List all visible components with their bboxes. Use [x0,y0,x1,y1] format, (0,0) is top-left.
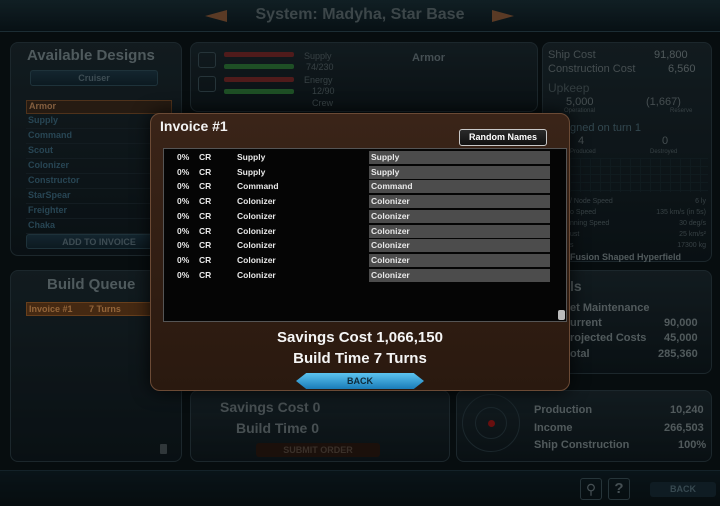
invoice-row[interactable]: 0% CR Colonizer Colonizer [164,239,550,253]
invoice-row-type: Colonizer [237,269,276,280]
invoice-row-cr: CR [199,269,212,280]
invoice-row-cr: CR [199,225,212,236]
invoice-row-name[interactable]: Command [369,180,550,194]
invoice-row[interactable]: 0% CR Command Command [164,180,550,194]
invoice-row-name[interactable]: Colonizer [369,224,550,238]
invoice-row[interactable]: 0% CR Supply Supply [164,165,550,180]
invoice-row-type: Colonizer [237,196,276,207]
invoice-table: 0% CR Supply Supply 0% CR Supply Supply 0% CR Comm… [163,148,567,322]
invoice-build-time: Build Time 7 Turns [293,350,427,367]
invoice-row[interactable]: 0% CR Colonizer Colonizer [164,224,550,239]
invoice-row-type: Command [237,181,279,192]
invoice-row-type: Colonizer [237,240,276,251]
invoice-row[interactable]: 0% CR Colonizer Colonizer [164,268,550,283]
invoice-row-type: Colonizer [237,210,276,221]
invoice-row-name[interactable]: Colonizer [369,268,550,282]
invoice-row-percent: 0% [177,240,190,251]
invoice-row-percent: 0% [177,196,190,207]
invoice-row-name[interactable]: Colonizer [369,195,550,209]
invoice-row-type: Supply [237,152,266,162]
invoice-row-cr: CR [199,240,212,251]
invoice-row-cr: CR [199,152,212,162]
invoice-row[interactable]: 0% CR Colonizer Colonizer [164,253,550,268]
invoice-row-name[interactable]: Supply [369,165,550,179]
invoice-row-type: Colonizer [237,254,276,265]
invoice-row-percent: 0% [177,152,190,162]
invoice-title: Invoice #1 [160,118,228,134]
random-names-button[interactable]: Random Names [459,129,547,146]
invoice-scrollbar[interactable] [558,310,565,320]
invoice-row-percent: 0% [177,269,190,280]
invoice-row-percent: 0% [177,254,190,265]
invoice-row-percent: 0% [177,225,190,236]
invoice-row-name[interactable]: Colonizer [369,253,550,267]
invoice-row-type: Supply [237,166,266,177]
invoice-row-cr: CR [199,196,212,207]
invoice-row[interactable]: 0% CR Colonizer Colonizer [164,209,550,224]
invoice-row-type: Colonizer [237,225,276,236]
invoice-row-cr: CR [199,181,212,192]
invoice-row-cr: CR [199,166,212,177]
invoice-row[interactable]: 0% CR Colonizer Colonizer [164,195,550,209]
invoice-row-percent: 0% [177,210,190,221]
invoice-row-cr: CR [199,254,212,265]
invoice-back-button[interactable]: BACK [296,373,424,389]
invoice-savings-cost: Savings Cost 1,066,150 [277,329,443,346]
invoice-row-percent: 0% [177,181,190,192]
invoice-row-name[interactable]: Supply [369,151,550,164]
invoice-row-cr: CR [199,210,212,221]
invoice-row[interactable]: 0% CR Supply Supply [164,151,550,165]
invoice-row-name[interactable]: Colonizer [369,239,550,253]
invoice-row-name[interactable]: Colonizer [369,209,550,223]
invoice-row-percent: 0% [177,166,190,177]
